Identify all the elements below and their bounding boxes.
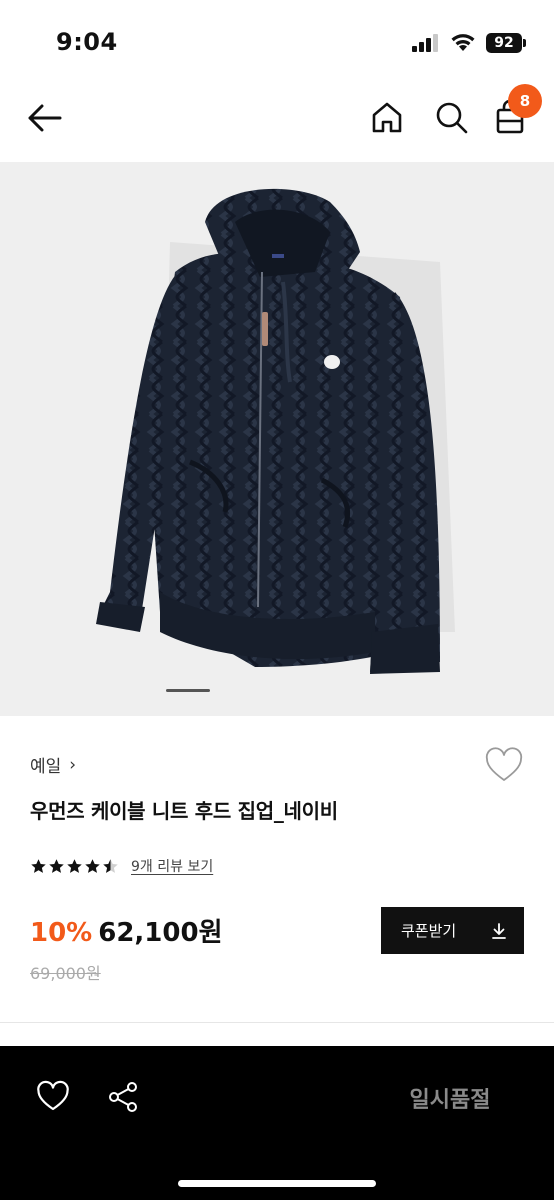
status-time: 9:04 xyxy=(56,28,118,56)
product-photo xyxy=(96,188,455,674)
search-icon[interactable] xyxy=(430,96,472,138)
soldout-button[interactable]: 일시품절 xyxy=(380,1074,520,1122)
back-arrow-icon[interactable] xyxy=(22,96,66,140)
home-indicator xyxy=(178,1180,376,1187)
coupon-button[interactable]: 쿠폰받기 xyxy=(381,907,524,954)
product-title: 우먼즈 케이블 니트 후드 집업_네이비 xyxy=(30,799,338,823)
rating-row: 9개 리뷰 보기 xyxy=(30,856,213,876)
battery-cap xyxy=(523,39,526,47)
heart-icon[interactable] xyxy=(484,746,524,786)
battery-icon: 92 xyxy=(486,33,522,53)
signal-icon xyxy=(412,34,438,52)
top-nav: 8 xyxy=(0,80,554,162)
star-icon xyxy=(49,858,64,873)
bottom-action-bar: 일시품절 xyxy=(0,1046,554,1200)
coupon-label: 쿠폰받기 xyxy=(401,922,457,940)
star-icon xyxy=(85,858,100,873)
section-divider xyxy=(0,1022,554,1023)
wifi-icon xyxy=(451,34,475,51)
review-link[interactable]: 9개 리뷰 보기 xyxy=(131,856,213,876)
brand-name: 예일 xyxy=(30,757,62,777)
carousel-indicator xyxy=(166,689,210,692)
sale-price: 62,100원 xyxy=(98,918,223,948)
download-icon xyxy=(492,922,506,939)
original-price: 69,000원 xyxy=(30,964,101,983)
status-bar: 9:04 92 xyxy=(0,0,554,80)
product-image[interactable] xyxy=(0,162,554,716)
price-row: 10% 62,100원 xyxy=(30,912,223,949)
star-icon xyxy=(31,858,46,873)
chevron-right-icon: › xyxy=(69,754,77,775)
home-icon[interactable] xyxy=(366,96,408,138)
star-half-icon xyxy=(103,858,118,873)
discount-rate: 10% xyxy=(30,918,93,948)
star-icon xyxy=(67,858,82,873)
share-icon[interactable] xyxy=(106,1080,140,1114)
heart-icon[interactable] xyxy=(36,1080,70,1114)
brand-link[interactable]: 예일 › xyxy=(30,752,77,778)
cart-count-badge: 8 xyxy=(508,84,542,118)
star-rating xyxy=(30,858,119,875)
